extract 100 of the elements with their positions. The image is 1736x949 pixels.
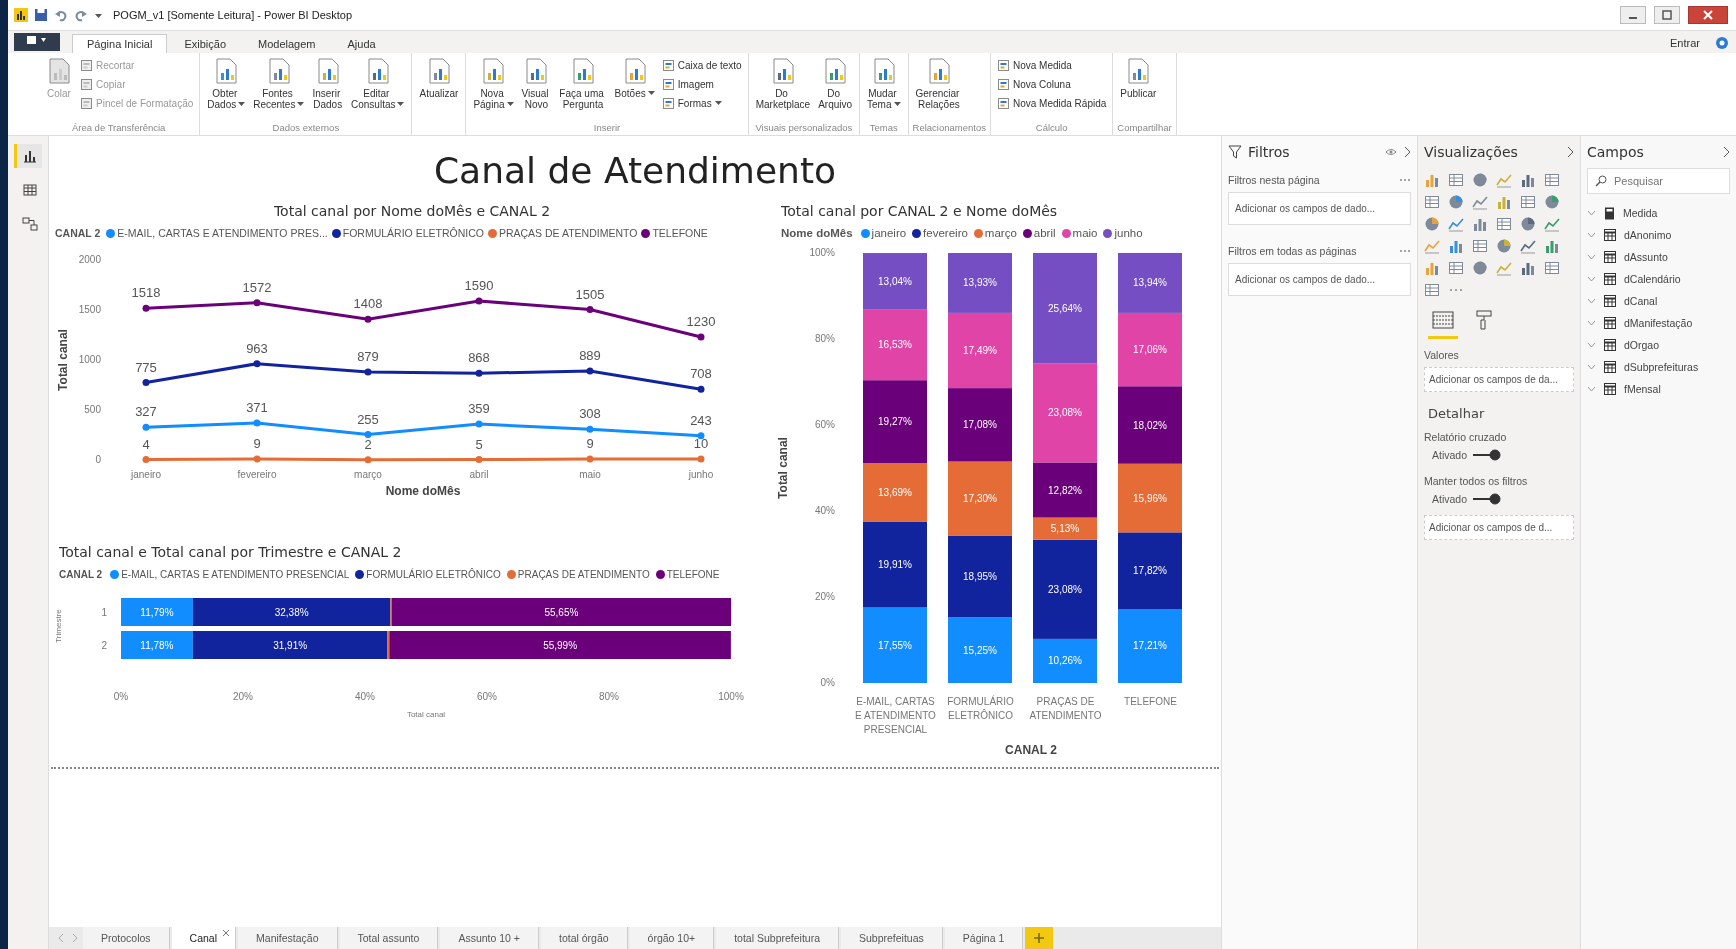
toggle-switch[interactable] [1471, 493, 1502, 505]
sign-in-link[interactable]: Entrar [1670, 37, 1700, 49]
file-menu-button[interactable] [14, 33, 60, 51]
undo-icon[interactable] [54, 8, 68, 22]
save-icon[interactable] [34, 8, 48, 22]
table-icon[interactable] [1472, 238, 1488, 254]
ribbon-button[interactable]: Botões [611, 55, 658, 101]
toggle-switch[interactable] [1471, 449, 1502, 461]
line-chart-icon[interactable] [1520, 238, 1536, 254]
ribbon-tab[interactable]: Modelagem [243, 34, 331, 53]
ribbon-button[interactable]: Imagem [659, 76, 744, 93]
ribbon-button[interactable]: Nova Medida [994, 57, 1109, 74]
pie-chart-icon[interactable] [1544, 194, 1560, 210]
page-tab[interactable]: Página 1 [944, 927, 1024, 949]
page-tab[interactable]: Canal [171, 927, 237, 949]
filter-drop-well[interactable]: Adicionar os campos de dado... [1228, 263, 1411, 296]
table-icon[interactable] [1424, 282, 1440, 298]
ribbon-button[interactable]: Nova Página [470, 55, 517, 112]
bar-chart-icon[interactable] [1544, 238, 1560, 254]
ribbon-button[interactable]: Gerenciar Relações [912, 55, 966, 112]
bar-chart-icon[interactable] [1472, 216, 1488, 232]
chevron-down-icon[interactable] [1587, 386, 1596, 392]
ribbon-button[interactable]: Inserir Dados [309, 55, 346, 112]
chevron-right-icon[interactable] [1566, 146, 1574, 158]
field-table-item[interactable]: dAssunto [1587, 246, 1730, 268]
redo-icon[interactable] [74, 8, 88, 22]
field-table-item[interactable]: Medida [1587, 202, 1730, 224]
chevron-right-icon[interactable] [1403, 146, 1411, 158]
page-tab[interactable]: Protocolos [83, 927, 170, 949]
search-field[interactable]: Pesquisar [1587, 168, 1730, 194]
page-tab[interactable]: órgão 10+ [629, 927, 715, 949]
page-tab[interactable]: total Subprefeitura [716, 927, 839, 949]
filter-drop-well[interactable]: Adicionar os campos de dado... [1228, 192, 1411, 225]
ribbon-button[interactable]: Fontes Recentes [250, 55, 308, 112]
add-page-button[interactable] [1025, 927, 1054, 949]
chevron-down-icon[interactable] [1587, 320, 1596, 326]
field-table-item[interactable]: dAnonimo [1587, 224, 1730, 246]
field-table-item[interactable]: dSubprefeituras [1587, 356, 1730, 378]
pie-chart-icon[interactable] [1520, 216, 1536, 232]
ribbon-button[interactable]: Publicar [1117, 55, 1160, 101]
line-chart-icon[interactable] [1544, 216, 1560, 232]
field-table-item[interactable]: dManifestação [1587, 312, 1730, 334]
ribbon-button[interactable]: Caixa de texto [659, 57, 744, 74]
page-tab[interactable]: Manifestação [238, 927, 338, 949]
ribbon-button[interactable]: Editar Consultas [348, 55, 408, 112]
table-icon[interactable] [1448, 172, 1464, 188]
pie-chart-icon[interactable] [1448, 194, 1464, 210]
bar-chart-icon[interactable] [1496, 194, 1512, 210]
page-tab[interactable]: total órgão [540, 927, 628, 949]
ribbon-tab[interactable]: Ajuda [332, 34, 391, 53]
chevron-right-icon[interactable] [1722, 146, 1730, 158]
chevron-down-icon[interactable] [1587, 342, 1596, 348]
pie-chart-icon[interactable] [1424, 216, 1440, 232]
more-icon[interactable] [1399, 249, 1411, 253]
help-icon[interactable] [1716, 37, 1728, 49]
ribbon-button[interactable]: Visual Novo [518, 55, 555, 112]
line-chart-icon[interactable] [1448, 216, 1464, 232]
field-table-item[interactable]: dOrgao [1587, 334, 1730, 356]
close-icon[interactable] [223, 930, 230, 936]
ribbon-button[interactable]: Formas [659, 95, 744, 112]
ribbon-button[interactable]: Do Marketplace [752, 55, 814, 112]
eye-icon[interactable] [1385, 148, 1397, 156]
chevron-down-icon[interactable] [1587, 254, 1596, 260]
bar-chart-icon[interactable] [1448, 238, 1464, 254]
table-icon[interactable] [1544, 172, 1560, 188]
line-chart-icon[interactable] [1472, 194, 1488, 210]
values-drop-well[interactable]: Adicionar os campos de da... [1424, 367, 1574, 392]
report-view-button[interactable] [14, 144, 42, 168]
pie-chart-icon[interactable] [1496, 238, 1512, 254]
ribbon-tab[interactable]: Exibição [169, 34, 241, 53]
drill-drop-well[interactable]: Adicionar os campos de d... [1424, 515, 1574, 540]
chevron-down-icon[interactable] [1587, 210, 1596, 216]
fields-tab[interactable] [1428, 310, 1458, 339]
page-tab[interactable]: Subprefeituas [841, 927, 943, 949]
table-icon[interactable] [1544, 260, 1560, 276]
pie-chart-icon[interactable] [1472, 260, 1488, 276]
more-icon[interactable] [1399, 178, 1411, 182]
bar-chart-icon[interactable] [1424, 172, 1440, 188]
ribbon-tab[interactable]: Página Inicial [72, 34, 168, 53]
bar-chart-icon[interactable] [1424, 260, 1440, 276]
page-tab[interactable]: Assunto 10 + [440, 927, 539, 949]
ribbon-button[interactable]: Do Arquivo [815, 55, 856, 112]
close-button[interactable] [1688, 6, 1728, 24]
table-icon[interactable] [1520, 194, 1536, 210]
maximize-button[interactable] [1654, 6, 1680, 24]
ribbon-button[interactable]: Nova Medida Rápida [994, 95, 1109, 112]
chevron-down-icon[interactable] [1587, 232, 1596, 238]
field-table-item[interactable]: dCanal [1587, 290, 1730, 312]
page-tab[interactable]: Total assunto [339, 927, 439, 949]
ribbon-button[interactable]: Mudar Tema [864, 55, 904, 112]
table-icon[interactable] [1496, 216, 1512, 232]
ribbon-button[interactable]: Obter Dados [204, 55, 249, 112]
bar-chart-icon[interactable] [1520, 260, 1536, 276]
ribbon-button[interactable]: Nova Coluna [994, 76, 1109, 93]
table-icon[interactable] [1424, 194, 1440, 210]
bar-chart-icon[interactable] [1520, 172, 1536, 188]
chevron-down-icon[interactable] [1587, 364, 1596, 370]
field-table-item[interactable]: dCalendário [1587, 268, 1730, 290]
chevron-down-icon[interactable] [1587, 276, 1596, 282]
table-icon[interactable] [1448, 260, 1464, 276]
